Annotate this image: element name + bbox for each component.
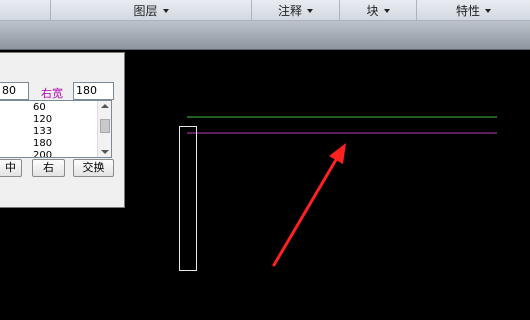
red-arrow-head	[329, 143, 346, 164]
right-width-field[interactable]: 180	[73, 82, 114, 100]
scroll-up-icon[interactable]	[101, 104, 109, 108]
scroll-down-icon[interactable]	[101, 150, 109, 154]
column-rectangle[interactable]	[179, 126, 197, 271]
red-arrow-shaft	[272, 156, 339, 267]
center-button[interactable]: 中	[0, 159, 22, 177]
cad-window: 图层 注释 块 特性 80 右宽 180 60 120 133 180 200 …	[0, 0, 530, 320]
right-button[interactable]: 右	[32, 159, 65, 177]
left-width-field[interactable]: 80	[0, 82, 29, 100]
width-dialog: 80 右宽 180 60 120 133 180 200 中 右 交换	[0, 52, 125, 208]
scroll-thumb[interactable]	[100, 119, 110, 133]
width-options-list[interactable]: 60 120 133 180 200	[0, 100, 112, 158]
swap-button[interactable]: 交换	[73, 159, 114, 177]
list-scrollbar[interactable]	[97, 101, 111, 157]
right-width-label: 右宽	[41, 87, 63, 100]
